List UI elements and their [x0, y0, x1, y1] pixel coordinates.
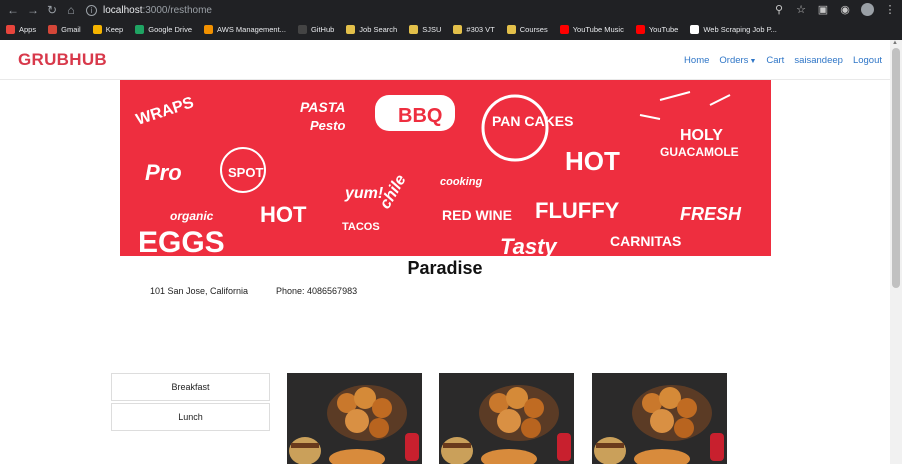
caret-down-icon: ▼ [749, 58, 757, 65]
forward-icon[interactable]: → [26, 3, 40, 17]
restaurant-phone: Phone: 4086567983 [276, 286, 358, 296]
keep-icon [92, 24, 102, 34]
category-lunch-button[interactable]: Lunch [111, 403, 270, 431]
nav-orders-dropdown[interactable]: Orders▼ [719, 55, 756, 66]
folder-icon [346, 24, 356, 34]
svg-text:cooking: cooking [440, 176, 482, 188]
key-icon[interactable]: ⚲ [773, 4, 785, 16]
svg-text:SPOT: SPOT [228, 165, 263, 180]
svg-text:PASTA: PASTA [300, 99, 345, 115]
bookmark-courses[interactable]: Courses [506, 24, 548, 34]
svg-text:HOT: HOT [565, 146, 620, 176]
svg-text:Pesto: Pesto [310, 118, 345, 133]
svg-text:FLUFFY: FLUFFY [535, 198, 620, 223]
bookmark-sjsu[interactable]: SJSU [409, 24, 441, 34]
github-icon [297, 24, 307, 34]
bookmark-drive[interactable]: Google Drive [135, 24, 192, 34]
bookmark-303vt[interactable]: #303 VT [453, 24, 495, 34]
bookmark-apps[interactable]: Apps [6, 24, 36, 34]
svg-text:TACOS: TACOS [342, 221, 380, 233]
banner-lettering-image: WRAPS PASTA Pesto BBQ PAN CAKES HOLY GUA… [134, 91, 742, 256]
youtube-icon [635, 24, 645, 34]
bookmark-gmail[interactable]: Gmail [48, 24, 81, 34]
youtube-music-icon [559, 24, 569, 34]
menu-item-image[interactable] [287, 373, 422, 464]
bookmark-youtube[interactable]: YouTube [635, 24, 678, 34]
restaurant-name: Paradise [407, 258, 483, 278]
bookmark-github[interactable]: GitHub [297, 24, 334, 34]
bookmark-youtube-music[interactable]: YouTube Music [559, 24, 624, 34]
svg-text:FRESH: FRESH [680, 204, 742, 224]
menu-item-image[interactable] [592, 373, 727, 464]
fried-chicken-image [287, 373, 422, 464]
svg-text:CARNITAS: CARNITAS [610, 233, 681, 249]
bookmark-job-search[interactable]: Job Search [346, 24, 397, 34]
svg-text:HOT: HOT [260, 202, 307, 227]
star-icon[interactable]: ☆ [795, 4, 807, 16]
svg-text:EGGS: EGGS [138, 226, 225, 256]
settings-icon[interactable]: ◉ [839, 4, 851, 16]
bookmark-web-scraping[interactable]: Web Scraping Job P... [690, 24, 777, 34]
svg-text:yum!: yum! [344, 185, 384, 202]
nav-cart-link[interactable]: Cart [766, 55, 784, 66]
gmail-icon [48, 24, 58, 34]
apps-grid-icon [6, 24, 15, 34]
nav-links: Home Orders▼ Cart saisandeep Logout [684, 55, 882, 66]
svg-text:organic: organic [170, 209, 214, 223]
nav-user-link[interactable]: saisandeep [794, 55, 843, 66]
fried-chicken-image [592, 373, 727, 464]
medium-icon [690, 24, 700, 34]
more-icon[interactable]: ⋮ [884, 4, 896, 16]
reload-icon[interactable]: ↻ [45, 3, 59, 17]
folder-icon [506, 24, 516, 34]
address-bar-row: ← → ↻ ⌂ i localhost:3000/resthome ⚲ ☆ ▣ … [0, 0, 902, 20]
category-breakfast-button[interactable]: Breakfast [111, 373, 270, 401]
profile-avatar[interactable] [861, 3, 874, 16]
folder-icon [453, 24, 463, 34]
page-scrollbar[interactable]: ▲ [890, 40, 902, 464]
folder-icon [409, 24, 419, 34]
nav-home-link[interactable]: Home [684, 55, 709, 66]
aws-icon [204, 24, 214, 34]
bookmark-aws[interactable]: AWS Management... [204, 24, 286, 34]
brand-logo[interactable]: GRUBHUB [18, 50, 107, 70]
nav-logout-link[interactable]: Logout [853, 55, 882, 66]
svg-text:PAN CAKES: PAN CAKES [492, 113, 573, 129]
svg-text:Pro: Pro [145, 160, 182, 185]
bookmarks-bar: Apps Gmail Keep Google Drive AWS Managem… [0, 20, 902, 38]
svg-text:HOLY: HOLY [680, 127, 723, 144]
svg-text:RED WINE: RED WINE [442, 207, 512, 223]
fried-chicken-image [439, 373, 574, 464]
url-path: :3000/resthome [142, 4, 212, 16]
svg-text:WRAPS: WRAPS [134, 94, 196, 129]
info-icon[interactable]: i [86, 4, 97, 16]
scroll-thumb[interactable] [892, 48, 900, 288]
back-icon[interactable]: ← [6, 3, 20, 17]
menu-item-image[interactable] [439, 373, 574, 464]
restaurant-address: 101 San Jose, California [150, 286, 249, 296]
url-host: localhost [103, 4, 143, 16]
browser-chrome: ← → ↻ ⌂ i localhost:3000/resthome ⚲ ☆ ▣ … [0, 0, 902, 40]
app-navbar: GRUBHUB Home Orders▼ Cart saisandeep Log… [0, 40, 890, 80]
svg-text:BBQ: BBQ [398, 105, 442, 127]
restaurant-banner: WRAPS PASTA Pesto BBQ PAN CAKES HOLY GUA… [120, 80, 771, 256]
scroll-up-arrow-icon[interactable]: ▲ [892, 40, 898, 46]
extension-icon[interactable]: ▣ [817, 4, 829, 16]
drive-icon [135, 24, 145, 34]
home-icon[interactable]: ⌂ [64, 3, 78, 17]
svg-text:GUACAMOLE: GUACAMOLE [660, 145, 739, 159]
url-field[interactable]: i localhost:3000/resthome [86, 2, 776, 18]
svg-text:Tasty: Tasty [500, 234, 558, 256]
bookmark-keep[interactable]: Keep [92, 24, 123, 34]
